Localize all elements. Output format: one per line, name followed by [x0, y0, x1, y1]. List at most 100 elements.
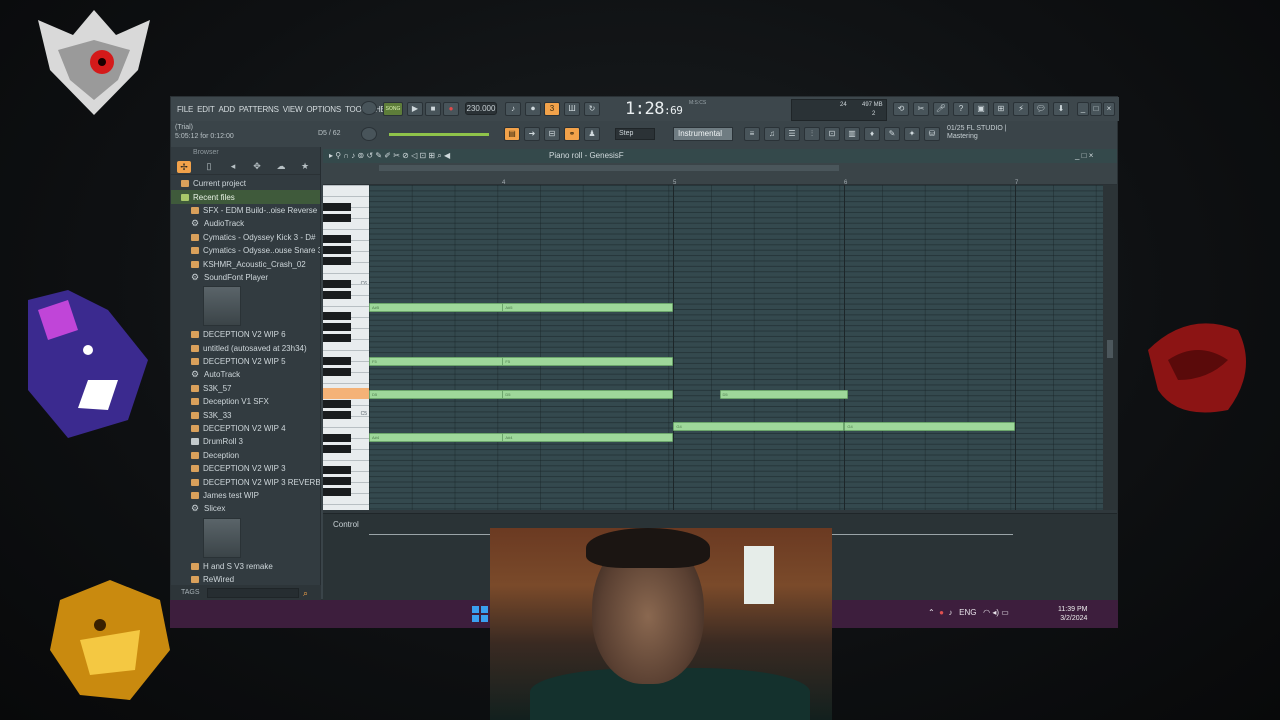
blend-notes-icon[interactable]: Ш	[564, 102, 580, 116]
plugin-picker-icon[interactable]: ⊡	[824, 127, 840, 141]
master-volume-knob[interactable]	[361, 101, 377, 115]
download-icon[interactable]: ⬇	[1053, 102, 1069, 116]
black-key[interactable]	[323, 466, 351, 474]
pattern-mode-icon[interactable]: ▤	[504, 127, 520, 141]
menu-options[interactable]: OPTIONS	[304, 105, 343, 114]
minimize-window-icon[interactable]: _	[1077, 102, 1089, 116]
save-icon[interactable]: ▣	[973, 102, 989, 116]
browser-file-item[interactable]: Deception V1 SFX	[171, 395, 320, 408]
stop-button[interactable]: ■	[425, 102, 441, 116]
black-key[interactable]	[323, 477, 351, 485]
arrow-icon[interactable]: ➜	[524, 127, 540, 141]
black-key[interactable]	[323, 214, 351, 222]
black-key[interactable]	[323, 357, 351, 365]
snap-icon[interactable]: ⊟	[544, 127, 560, 141]
black-key[interactable]	[323, 323, 351, 331]
browser-file-item[interactable]: untitled (autosaved at 23h34)	[171, 342, 320, 355]
close-window-icon[interactable]: ×	[1103, 102, 1115, 116]
browser-file-item[interactable]: KSHMR_Acoustic_Crash_02	[171, 257, 320, 270]
browser-file-item[interactable]: James test WIP	[171, 489, 320, 502]
taskbar-clock[interactable]: 11:39 PM 3/2/2024	[1058, 605, 1087, 623]
maximize-window-icon[interactable]: □	[1090, 102, 1102, 116]
input-indicator-icon[interactable]: ♪	[948, 608, 952, 617]
menu-patterns[interactable]: PATTERNS	[237, 105, 281, 114]
record-button[interactable]: ●	[443, 102, 459, 116]
midi-note[interactable]: D5	[719, 390, 848, 399]
browser-file-item[interactable]: S3K_57	[171, 382, 320, 395]
channel-rack-icon[interactable]: ☰	[784, 127, 800, 141]
browser-cloud-tab-icon[interactable]: ☁	[275, 161, 287, 172]
touch-keyboard-icon[interactable]: ✦	[904, 127, 920, 141]
midi-note[interactable]: D5	[502, 390, 674, 399]
piano-roll-tools-icons[interactable]: ▸ ⚲ ∩ ♪ ⊚ ↺ ✎ ✐ ✂ ⊘ ◁ ⊡ ⊞ ⌕ ◀	[329, 149, 450, 163]
wifi-icon[interactable]: ◠	[983, 608, 990, 617]
mixer-icon[interactable]: ⊞	[993, 102, 1009, 116]
chat-icon[interactable]: 💬︎	[1033, 102, 1049, 116]
black-key[interactable]	[323, 312, 351, 320]
black-key[interactable]	[323, 368, 351, 376]
wait-input-icon[interactable]: ⏺	[525, 102, 541, 116]
browser-file-item[interactable]: DECEPTION V2 WIP 6	[171, 328, 320, 341]
browser-file-item[interactable]: ⚙ SoundFont Player	[171, 271, 320, 284]
tags-search-input[interactable]	[207, 588, 299, 598]
loop-record-icon[interactable]: ↻	[584, 102, 600, 116]
menu-view[interactable]: VIEW	[281, 105, 305, 114]
black-key[interactable]	[323, 280, 351, 288]
browser-file-item[interactable]: DECEPTION V2 WIP 4	[171, 422, 320, 435]
browser-file-item[interactable]: DECEPTION V2 WIP 5	[171, 355, 320, 368]
black-key[interactable]	[323, 246, 351, 254]
browser-file-item[interactable]: DrumRoll 3	[171, 435, 320, 448]
chevron-up-icon[interactable]: ⌃	[928, 608, 935, 617]
playlist-icon[interactable]: ≡	[744, 127, 760, 141]
browser-file-item[interactable]: DECEPTION V2 WIP 3 REVERB	[171, 475, 320, 488]
browser-folder[interactable]: Recent files	[171, 190, 320, 204]
microphone-icon[interactable]: 🎤︎	[933, 102, 949, 116]
black-key[interactable]	[323, 291, 351, 299]
piano-roll-icon[interactable]: ♫	[764, 127, 780, 141]
fl-news-panel[interactable]: 01/25 FL STUDIO | Mastering	[947, 125, 1007, 141]
menu-file[interactable]: FILE	[175, 105, 195, 114]
browser-file-item[interactable]: DECEPTION V2 WIP 3	[171, 462, 320, 475]
metronome-icon[interactable]: ♪	[505, 102, 521, 116]
search-icon[interactable]: ⌕	[303, 585, 308, 601]
black-key[interactable]	[323, 203, 351, 211]
volume-icon[interactable]: ◂)	[992, 608, 999, 617]
black-key[interactable]	[323, 434, 351, 442]
browser-file-item[interactable]: S3K_33	[171, 408, 320, 421]
midi-note[interactable]: G4	[673, 422, 845, 431]
black-key[interactable]	[323, 235, 351, 243]
browser-file-item[interactable]: SFX - EDM Build-..oise Reverse 160	[171, 204, 320, 217]
battery-icon[interactable]: ▭	[1001, 608, 1009, 617]
browser-file-item[interactable]: Deception	[171, 449, 320, 462]
language-indicator[interactable]: ENG	[959, 608, 976, 617]
piano-roll-window-controls[interactable]: _ □ ×	[1075, 149, 1093, 163]
master-volume-slider[interactable]	[389, 133, 489, 136]
browser-all-tab-icon[interactable]: ✢	[177, 160, 191, 173]
midi-note[interactable]: A#5	[502, 303, 674, 312]
browser-file-item[interactable]: ⚙ AudioTrack	[171, 217, 320, 230]
black-key[interactable]	[323, 411, 351, 419]
vertical-scrollbar[interactable]	[1103, 185, 1117, 510]
project-browser-icon[interactable]: ♦	[864, 127, 880, 141]
browser-file-item[interactable]: ⚙ Slicex	[171, 502, 320, 515]
browser-plugin-tab-icon[interactable]: ✥	[251, 161, 263, 172]
tempo-tapper-icon[interactable]: ✎	[884, 127, 900, 141]
vertical-scroll-thumb[interactable]	[1107, 340, 1113, 358]
timeline-scrollbar[interactable]	[379, 165, 839, 171]
browser-file-item[interactable]: ⚙ AutoTrack	[171, 368, 320, 381]
menu-add[interactable]: ADD	[217, 105, 237, 114]
note-grid[interactable]: A#5 A#5 F5 F5 D5 D5 D5 G4 G4 A#4 A#4	[369, 185, 1103, 510]
browser-icon[interactable]: ▥	[844, 127, 860, 141]
plugin-icon[interactable]: ⚡︎	[1013, 102, 1029, 116]
browser-folder[interactable]: Current project	[171, 177, 320, 190]
midi-note[interactable]: A#4	[502, 433, 674, 442]
microphone-tray-icon[interactable]: ●	[939, 608, 944, 617]
browser-files-tab-icon[interactable]: ▯	[203, 161, 215, 172]
piano-keyboard[interactable]: C6 C5	[323, 185, 369, 510]
black-key[interactable]	[323, 334, 351, 342]
help-icon[interactable]: ?	[953, 102, 969, 116]
play-button[interactable]: ▶	[407, 102, 423, 116]
browser-file-item[interactable]: H and S V3 remake	[171, 560, 320, 573]
typing-keyboard-icon[interactable]: ♟	[584, 127, 600, 141]
midi-note[interactable]: F5	[502, 357, 674, 366]
